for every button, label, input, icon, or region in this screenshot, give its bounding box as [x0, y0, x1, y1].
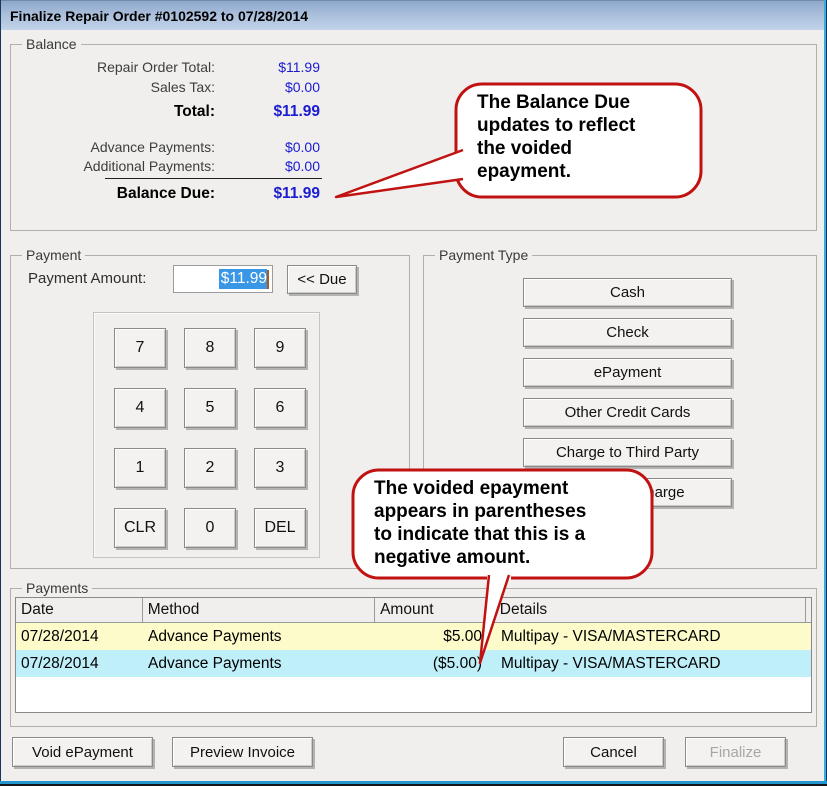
cell-method: Advance Payments — [143, 650, 376, 677]
void-epayment-button[interactable]: Void ePayment — [12, 737, 153, 767]
payment-row-advance[interactable]: 07/28/2014 Advance Payments $5.00 Multip… — [16, 623, 811, 650]
check-button-label: Check — [606, 324, 649, 341]
cell-amount: $5.00 — [376, 623, 488, 650]
keypad-clr-label: CLR — [124, 519, 156, 537]
balance-due-label: Balance Due: — [117, 185, 215, 203]
payments-table-header: Date Method Amount Details — [16, 598, 811, 623]
balance-row-additional-payments: Additional Payments: $0.00 — [0, 158, 827, 177]
preview-invoice-button-label: Preview Invoice — [190, 744, 295, 761]
keypad-0[interactable]: 0 — [184, 508, 236, 548]
balance-row-repair-order-total: Repair Order Total: $11.99 — [0, 59, 827, 78]
finalize-button: Finalize — [685, 737, 786, 767]
column-header-filler — [806, 598, 811, 622]
keypad-7-label: 7 — [136, 339, 145, 357]
keypad-2[interactable]: 2 — [184, 448, 236, 488]
advance-payments-value: $0.00 — [285, 139, 320, 155]
total-value: $11.99 — [273, 103, 320, 121]
balance-row-total: Total: $11.99 — [0, 103, 827, 122]
cell-amount: ($5.00) — [376, 650, 488, 677]
keypad-6-label: 6 — [276, 399, 285, 417]
keypad-panel: 7 8 9 4 5 6 1 2 3 CLR 0 DEL — [93, 312, 320, 558]
payment-amount-selected-text: $11.99 — [219, 269, 267, 289]
cell-spacer — [488, 650, 496, 677]
balance-sum-line — [105, 178, 322, 179]
repair-order-total-value: $11.99 — [278, 59, 320, 75]
cash-button-label: Cash — [610, 284, 645, 301]
dialog-title: Finalize Repair Order #0102592 to 07/28/… — [0, 8, 308, 24]
payment-amount-label: Payment Amount: — [28, 270, 146, 287]
other-credit-cards-button-label: Other Credit Cards — [565, 404, 691, 421]
keypad-2-label: 2 — [206, 459, 215, 477]
keypad-3[interactable]: 3 — [254, 448, 306, 488]
balance-row-balance-due: Balance Due: $11.99 — [0, 185, 827, 204]
balance-row-advance-payments: Advance Payments: $0.00 — [0, 139, 827, 158]
void-epayment-button-label: Void ePayment — [32, 744, 133, 761]
column-header-details[interactable]: Details — [495, 598, 806, 622]
keypad-del-label: DEL — [264, 519, 295, 537]
keypad-4[interactable]: 4 — [114, 388, 166, 428]
balance-row-sales-tax: Sales Tax: $0.00 — [0, 79, 827, 98]
cell-spacer — [488, 623, 496, 650]
keypad-3-label: 3 — [276, 459, 285, 477]
callout-voided-epayment-tail-mask — [487, 572, 511, 580]
title-bar: Finalize Repair Order #0102592 to 07/28/… — [0, 0, 827, 30]
check-button[interactable]: Check — [523, 318, 732, 347]
payment-row-voided[interactable]: 07/28/2014 Advance Payments ($5.00) Mult… — [16, 650, 811, 677]
additional-payments-value: $0.00 — [285, 158, 320, 174]
charge-to-third-party-button-label: Charge to Third Party — [556, 444, 699, 461]
keypad-9-label: 9 — [276, 339, 285, 357]
due-button[interactable]: << Due — [287, 265, 357, 294]
text-caret — [267, 270, 269, 289]
total-label: Total: — [174, 103, 215, 121]
keypad-5[interactable]: 5 — [184, 388, 236, 428]
keypad-5-label: 5 — [206, 399, 215, 417]
column-header-date[interactable]: Date — [16, 598, 143, 622]
keypad-9[interactable]: 9 — [254, 328, 306, 368]
sales-tax-value: $0.00 — [285, 79, 320, 95]
payment-group-label: Payment — [22, 247, 85, 263]
cancel-button[interactable]: Cancel — [563, 737, 664, 767]
keypad-1-label: 1 — [136, 459, 145, 477]
cell-method: Advance Payments — [143, 623, 376, 650]
other-credit-cards-button[interactable]: Other Credit Cards — [523, 398, 732, 427]
repair-order-total-label: Repair Order Total: — [97, 59, 215, 75]
cash-button[interactable]: Cash — [523, 278, 732, 307]
epayment-button-label: ePayment — [594, 364, 662, 381]
keypad-4-label: 4 — [136, 399, 145, 417]
payment-amount-input[interactable]: $11.99 — [173, 265, 273, 293]
preview-invoice-button[interactable]: Preview Invoice — [172, 737, 313, 767]
in-house-charge-button[interactable]: In-House Charge — [523, 478, 732, 507]
keypad-del[interactable]: DEL — [254, 508, 306, 548]
balance-due-value: $11.99 — [273, 185, 320, 203]
cell-details: Multipay - VISA/MASTERCARD — [496, 623, 808, 650]
epayment-button[interactable]: ePayment — [523, 358, 732, 387]
cell-date: 07/28/2014 — [16, 650, 143, 677]
column-header-method[interactable]: Method — [143, 598, 375, 622]
due-button-label: << Due — [297, 271, 346, 288]
keypad-7[interactable]: 7 — [114, 328, 166, 368]
in-house-charge-button-label: In-House Charge — [570, 484, 684, 501]
balance-group-label: Balance — [22, 36, 81, 52]
keypad-8[interactable]: 8 — [184, 328, 236, 368]
keypad-0-label: 0 — [206, 519, 215, 537]
keypad-8-label: 8 — [206, 339, 215, 357]
keypad-1[interactable]: 1 — [114, 448, 166, 488]
finalize-repair-order-dialog: Finalize Repair Order #0102592 to 07/28/… — [0, 0, 827, 786]
finalize-button-label: Finalize — [710, 744, 762, 761]
charge-to-third-party-button[interactable]: Charge to Third Party — [523, 438, 732, 467]
keypad-clr[interactable]: CLR — [114, 508, 166, 548]
column-header-amount[interactable]: Amount — [375, 598, 487, 622]
keypad-6[interactable]: 6 — [254, 388, 306, 428]
cancel-button-label: Cancel — [590, 744, 637, 761]
payments-group-label: Payments — [22, 580, 92, 596]
cell-details: Multipay - VISA/MASTERCARD — [496, 650, 808, 677]
column-header-spacer — [487, 598, 495, 622]
payments-table: Date Method Amount Details 07/28/2014 Ad… — [15, 597, 812, 713]
additional-payments-label: Additional Payments: — [83, 158, 215, 174]
cell-date: 07/28/2014 — [16, 623, 143, 650]
advance-payments-label: Advance Payments: — [90, 139, 215, 155]
sales-tax-label: Sales Tax: — [151, 79, 215, 95]
payment-type-group-label: Payment Type — [435, 247, 532, 263]
window-border-left — [0, 0, 1, 786]
